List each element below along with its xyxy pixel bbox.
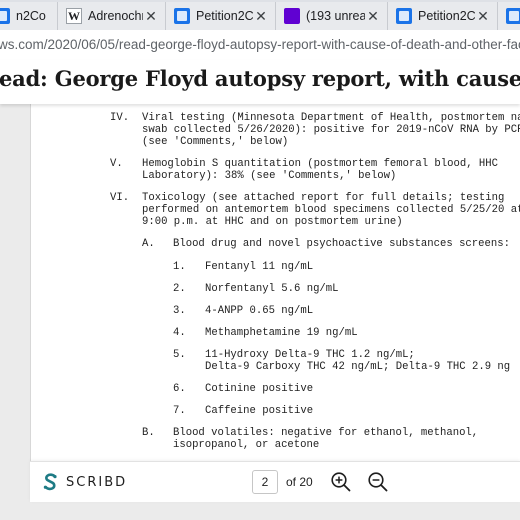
document-icon bbox=[174, 8, 190, 24]
browser-tab[interactable]: Petition2Con ✕ bbox=[388, 2, 498, 30]
close-icon[interactable]: ✕ bbox=[143, 8, 159, 24]
tab-title: Petition2Con bbox=[418, 9, 475, 23]
browser-tab-strip: n2Co W Adrenochron ✕ Petition2Con ✕ (193… bbox=[0, 0, 520, 30]
wikipedia-icon: W bbox=[66, 8, 82, 24]
list-item: Cotinine positive bbox=[205, 383, 314, 395]
document-icon bbox=[396, 8, 412, 24]
section-number: V. bbox=[110, 158, 123, 170]
list-item-number: 3. bbox=[173, 305, 186, 317]
subsection-letter: A. bbox=[142, 238, 155, 250]
scribd-logo[interactable]: SCRIBD bbox=[42, 473, 127, 491]
section-line: performed on antemortem blood specimens … bbox=[142, 204, 520, 216]
list-item-number: 5. bbox=[173, 349, 186, 361]
section-line: swab collected 5/26/2020): positive for … bbox=[142, 124, 520, 136]
list-item: Fentanyl 11 ng/mL bbox=[205, 261, 314, 273]
tab-title: n2Co bbox=[16, 9, 46, 23]
page-number-input[interactable]: 2 bbox=[252, 470, 278, 494]
section-number: VI. bbox=[110, 192, 130, 204]
list-item-number: 4. bbox=[173, 327, 186, 339]
section-line: 9:00 p.m. at HHC and on postmortem urine… bbox=[142, 216, 403, 228]
section-line: Hemoglobin S quantitation (postmortem fe… bbox=[142, 158, 499, 170]
document-viewer[interactable]: IV. Viral testing (Minnesota Department … bbox=[0, 104, 520, 520]
section-line: (see 'Comments,' below) bbox=[142, 136, 289, 148]
close-icon[interactable]: ✕ bbox=[365, 8, 381, 24]
page-count: of 20 bbox=[286, 475, 313, 489]
list-item-number: 2. bbox=[173, 283, 186, 295]
close-icon[interactable]: ✕ bbox=[253, 8, 269, 24]
document-page: IV. Viral testing (Minnesota Department … bbox=[30, 104, 520, 496]
list-item-number: 6. bbox=[173, 383, 186, 395]
list-item: Methamphetamine 19 ng/mL bbox=[205, 327, 358, 339]
zoom-in-icon[interactable] bbox=[330, 471, 352, 493]
tab-title: (193 unread bbox=[306, 9, 365, 23]
browser-tab[interactable]: (193 unread ✕ bbox=[276, 2, 388, 30]
list-item: 11-Hydroxy Delta-9 THC 1.2 ng/mL; bbox=[205, 349, 415, 361]
document-icon bbox=[0, 8, 10, 24]
viewer-bottom-margin bbox=[0, 502, 520, 520]
list-item: Norfentanyl 5.6 ng/mL bbox=[205, 283, 339, 295]
zoom-out-icon[interactable] bbox=[367, 471, 389, 493]
url-text[interactable]: ws.com/2020/06/05/read-george-floyd-auto… bbox=[0, 37, 520, 52]
list-item: Caffeine positive bbox=[205, 405, 314, 417]
document-icon bbox=[506, 8, 520, 24]
list-item-number: 1. bbox=[173, 261, 186, 273]
tab-title: Petition2Con bbox=[196, 9, 253, 23]
section-line: Viral testing (Minnesota Department of H… bbox=[142, 112, 520, 124]
scribd-toolbar: SCRIBD 2 of 20 bbox=[30, 461, 520, 502]
tab-title: Adrenochron bbox=[88, 9, 143, 23]
article-header: ead: George Floyd autopsy report, with c… bbox=[0, 60, 520, 104]
browser-tab[interactable]: n2Co bbox=[0, 2, 58, 30]
address-bar[interactable]: ws.com/2020/06/05/read-george-floyd-auto… bbox=[0, 30, 520, 61]
browser-tab[interactable] bbox=[498, 2, 520, 30]
article-title: ead: George Floyd autopsy report, with c… bbox=[0, 66, 520, 91]
list-item: Delta-9 Carboxy THC 42 ng/mL; Delta-9 TH… bbox=[205, 361, 511, 373]
section-line: Laboratory): 38% (see 'Comments,' below) bbox=[142, 170, 397, 182]
browser-tab[interactable]: W Adrenochron ✕ bbox=[58, 2, 166, 30]
subsection-line: Blood volatiles: negative for ethanol, m… bbox=[173, 427, 479, 439]
close-icon[interactable]: ✕ bbox=[475, 8, 491, 24]
subsection-line: isopropanol, or acetone bbox=[173, 439, 320, 451]
mail-icon bbox=[284, 8, 300, 24]
list-item: 4-ANPP 0.65 ng/mL bbox=[205, 305, 314, 317]
browser-tab[interactable]: Petition2Con ✕ bbox=[166, 2, 276, 30]
section-number: IV. bbox=[110, 112, 130, 124]
subsection-letter: B. bbox=[142, 427, 155, 439]
list-item-number: 7. bbox=[173, 405, 186, 417]
scribd-logo-icon bbox=[43, 473, 57, 491]
section-line: Toxicology (see attached report for full… bbox=[142, 192, 505, 204]
subsection-line: Blood drug and novel psychoactive substa… bbox=[173, 238, 510, 250]
scribd-logo-text: SCRIBD bbox=[66, 474, 128, 490]
